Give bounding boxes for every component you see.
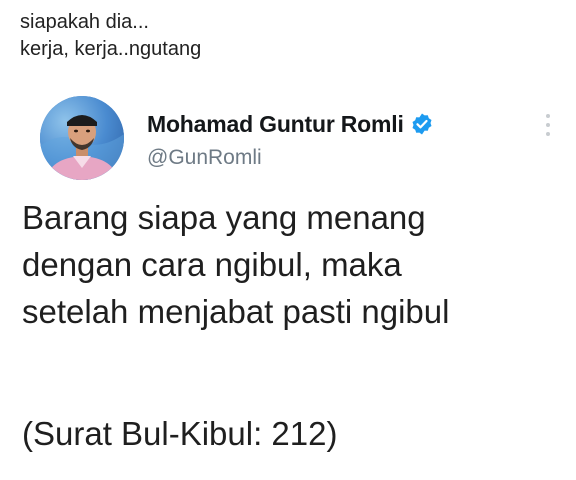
avatar[interactable]: [40, 96, 124, 180]
avatar-photo: [40, 96, 124, 180]
tweet-body-line: Barang siapa yang menang: [22, 199, 426, 236]
tweet-citation: (Surat Bul-Kibul: 212): [22, 415, 338, 452]
author-handle[interactable]: @GunRomli: [147, 146, 262, 170]
author-display-name[interactable]: Mohamad Guntur Romli: [147, 111, 404, 138]
tweet-body: Barang siapa yang menang dengan cara ngi…: [22, 194, 572, 335]
post-caption: siapakah dia... kerja, kerja..ngutang: [20, 9, 560, 63]
tweet-body-line: dengan cara ngibul, maka: [22, 246, 402, 283]
tweet-card: Mohamad Guntur Romli @GunRomli Barang si…: [0, 88, 576, 480]
more-vertical-icon[interactable]: [540, 110, 556, 140]
tweet-body-line: setelah menjabat pasti ngibul: [22, 293, 450, 330]
verified-badge-icon: [410, 112, 434, 136]
author-name-row[interactable]: Mohamad Guntur Romli: [147, 108, 434, 140]
caption-line-1: siapakah dia...: [20, 11, 149, 33]
caption-line-2: kerja, kerja..ngutang: [20, 38, 202, 60]
